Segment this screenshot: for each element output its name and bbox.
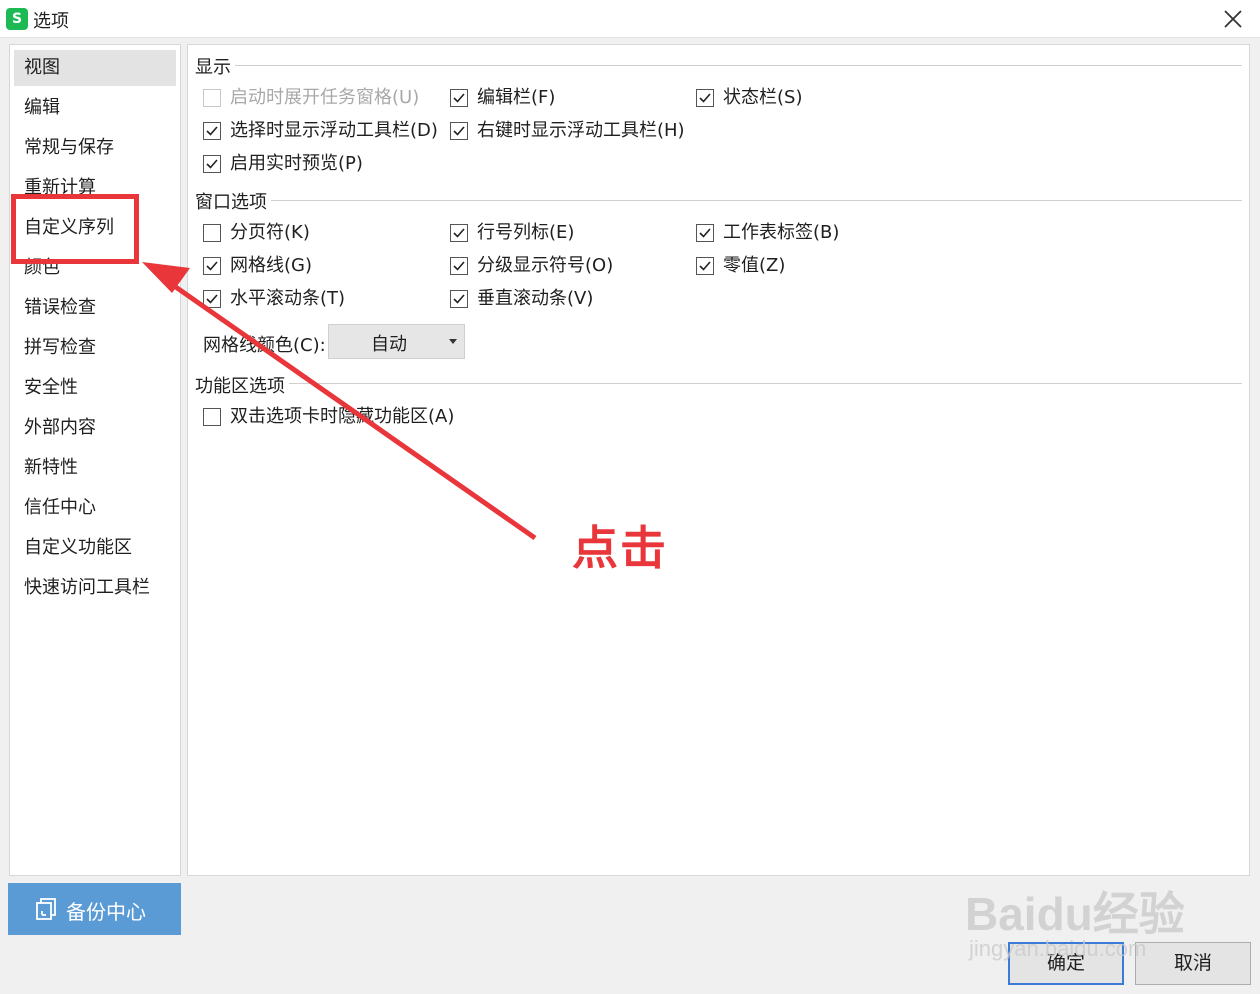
annotation-arrow-icon — [142, 262, 537, 541]
baidu-watermark: Baidu经验 jingyan.baidu.com — [965, 860, 1195, 970]
watermark-url: jingyan.baidu.com — [969, 936, 1147, 961]
annotation-click-text: 点击 — [572, 521, 668, 575]
watermark-logo: Baidu经验 — [965, 888, 1185, 940]
